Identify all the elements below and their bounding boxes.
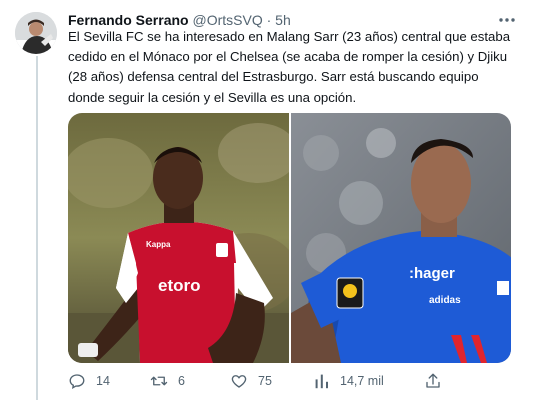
tweet-text: El Sevilla FC se ha interesado en Malang…	[68, 27, 523, 108]
photo-djiku[interactable]: :hager adidas	[290, 113, 511, 363]
photo-malang-sarr[interactable]: etoro Kappa	[68, 113, 289, 363]
tweet-actions: 14 6 75 14,7 mil	[68, 371, 518, 391]
like-icon	[230, 372, 248, 390]
tweet: Fernando Serrano @OrtsSVQ · 5h El Sevill…	[0, 0, 549, 400]
views-count: 14,7 mil	[340, 374, 384, 388]
author-name[interactable]: Fernando Serrano	[68, 12, 189, 28]
svg-text:adidas: adidas	[429, 295, 461, 306]
svg-text::hager: :hager	[409, 265, 455, 282]
tweet-text-line: (28 años) defensa central del Estrasburg…	[68, 69, 479, 85]
thread-line	[36, 56, 38, 400]
retweet-button[interactable]: 6	[150, 371, 185, 391]
reply-icon	[68, 372, 86, 390]
share-button[interactable]	[424, 371, 442, 391]
share-icon	[424, 372, 442, 390]
tweet-text-line: El Sevilla FC se ha interesado en Malang…	[68, 29, 511, 44]
retweet-count: 6	[178, 374, 185, 388]
reply-count: 14	[96, 374, 110, 388]
tweet-text-line: cedido en el Mónaco por el Chelsea (se a…	[68, 49, 508, 65]
views-icon	[314, 372, 330, 390]
views-button[interactable]: 14,7 mil	[314, 371, 384, 391]
like-button[interactable]: 75	[230, 371, 272, 391]
author-handle[interactable]: @OrtsSVQ	[192, 12, 262, 28]
retweet-icon	[150, 372, 168, 390]
svg-text:etoro: etoro	[158, 276, 201, 295]
tweet-text-line: donde seguir la cesión y el Sevilla es u…	[68, 89, 357, 105]
more-icon[interactable]	[497, 12, 517, 28]
like-count: 75	[258, 374, 272, 388]
tweet-media: etoro Kappa:hager adidas	[68, 113, 511, 363]
reply-button[interactable]: 14	[68, 371, 110, 391]
separator-dot: ·	[266, 12, 272, 28]
tweet-time[interactable]: 5h	[275, 12, 291, 28]
avatar[interactable]	[15, 12, 57, 54]
svg-text:Kappa: Kappa	[146, 240, 171, 249]
